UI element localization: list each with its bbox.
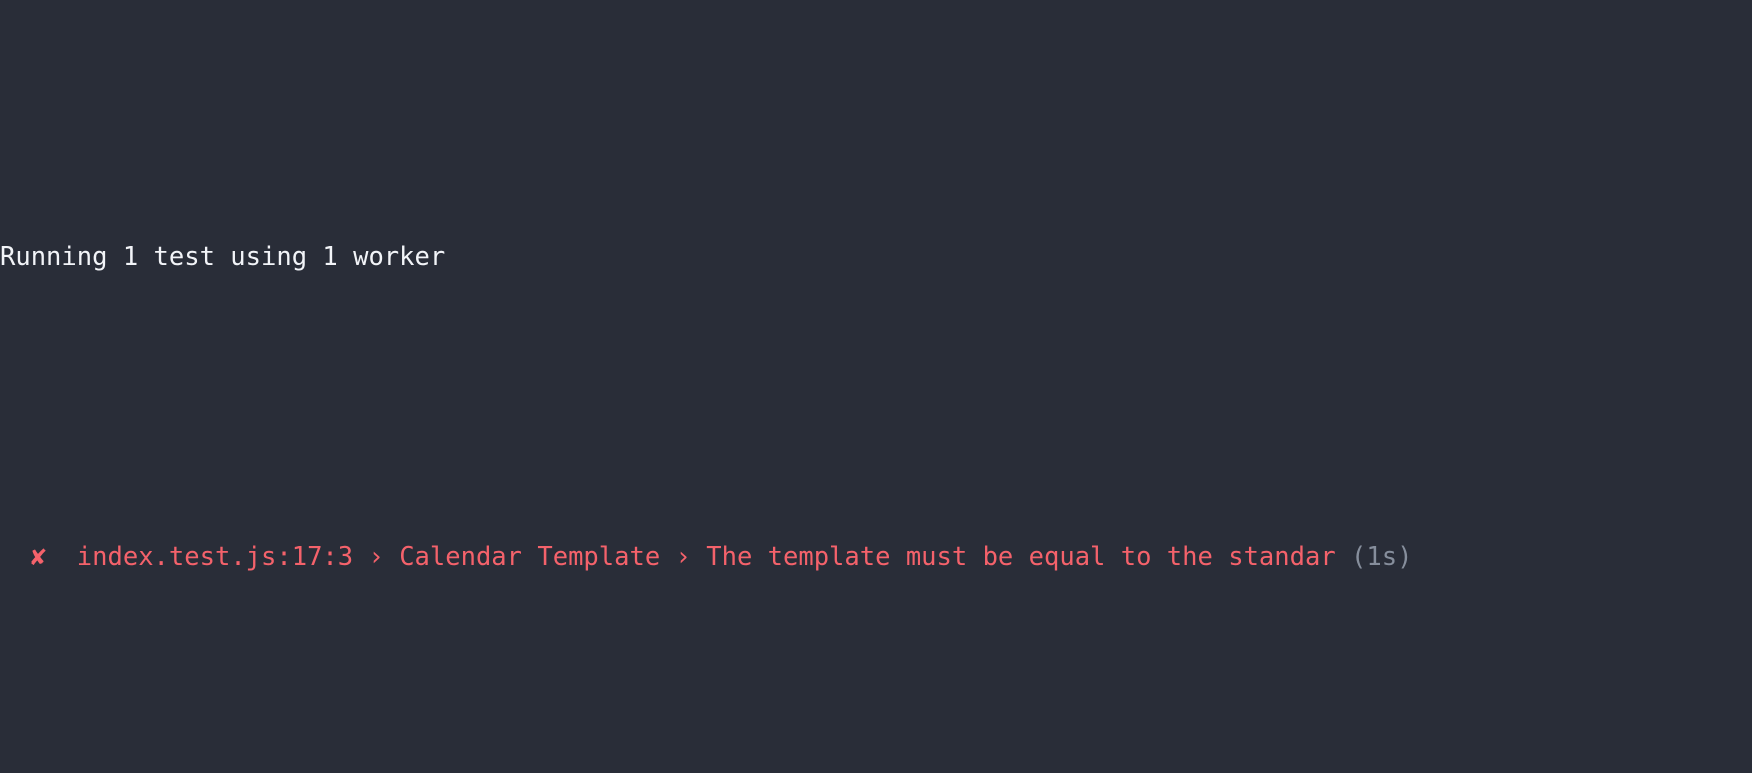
failed-test-title[interactable]: index.test.js:17:3 › Calendar Template ›… <box>77 542 1336 572</box>
failure-cross-icon: ✘ <box>30 542 47 572</box>
failed-test-duration: (1s) <box>1351 542 1413 572</box>
top-padding <box>0 113 1752 127</box>
failed-test-line[interactable]: ✘ index.test.js:17:3 › Calendar Template… <box>0 539 1752 577</box>
run-summary-line: Running 1 test using 1 worker <box>0 239 1752 277</box>
run-summary-text: Running 1 test using 1 worker <box>0 242 446 272</box>
gap-after-icon <box>46 542 77 572</box>
gap-before-duration <box>1336 542 1351 572</box>
terminal-output: Running 1 test using 1 worker ✘ index.te… <box>0 0 1752 773</box>
